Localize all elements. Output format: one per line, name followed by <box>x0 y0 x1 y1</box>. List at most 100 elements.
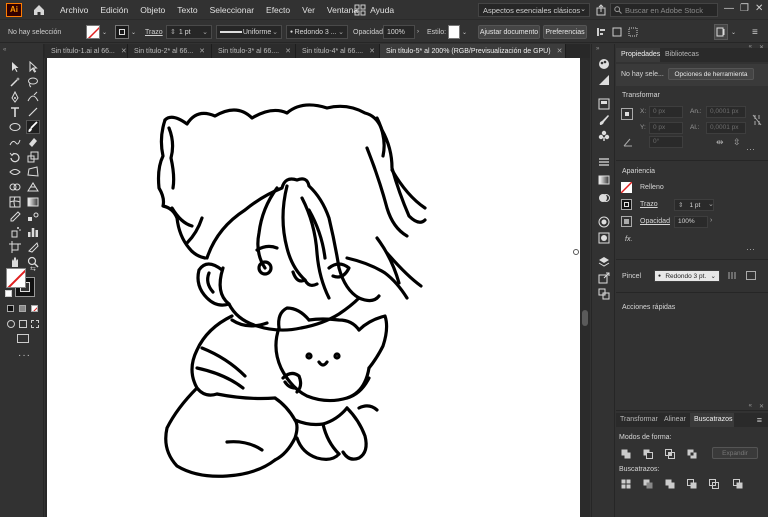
menu-edicion[interactable]: Edición <box>100 5 128 15</box>
fill-swatch[interactable] <box>621 182 632 193</box>
default-colors-icon[interactable] <box>5 290 12 297</box>
collapse-icon[interactable]: « <box>3 47 6 53</box>
transparency-icon[interactable] <box>598 192 610 204</box>
selection-tool[interactable] <box>8 60 22 74</box>
hand-tool[interactable] <box>8 255 22 269</box>
flip-horizontal-icon[interactable]: ⇹ <box>716 137 724 148</box>
shaper-tool[interactable] <box>8 135 22 149</box>
panel-menu-icon[interactable]: ≡ <box>757 415 762 425</box>
magic-wand-tool[interactable] <box>8 75 22 89</box>
free-transform-tool[interactable] <box>26 165 40 179</box>
y-field[interactable]: 0 px <box>649 122 683 134</box>
tab-align[interactable]: Alinear <box>660 413 690 427</box>
minimize-button[interactable]: — <box>724 3 734 14</box>
vertical-scrollbar[interactable] <box>580 58 590 517</box>
draw-normal-icon[interactable] <box>7 320 15 328</box>
type-tool[interactable] <box>8 105 22 119</box>
minus-back-icon[interactable] <box>733 479 743 489</box>
arrange-documents-button[interactable] <box>714 24 728 40</box>
stock-search-input[interactable]: Buscar en Adobe Stock <box>610 3 718 17</box>
intersect-icon[interactable] <box>665 449 675 459</box>
reference-point-icon[interactable] <box>621 108 633 120</box>
height-field[interactable]: 0,0001 px <box>706 122 746 134</box>
tab-document-5[interactable]: Sin título-5* al 200% (RGB/Previsualizac… <box>380 44 566 58</box>
outline-icon[interactable] <box>709 479 719 489</box>
opacity-field[interactable]: 100% <box>383 25 415 39</box>
artboard-tool[interactable] <box>8 240 22 254</box>
color-guide-icon[interactable] <box>598 74 610 86</box>
draw-behind-icon[interactable] <box>19 320 27 328</box>
flip-vertical-icon[interactable]: ⇳ <box>733 137 741 148</box>
tool-options-button[interactable]: Opciones de herramienta <box>668 68 754 80</box>
crop-icon[interactable] <box>687 479 697 489</box>
brush-library-icon[interactable] <box>728 271 737 280</box>
brush-select[interactable]: ● Redondo 3 pt. ⌄ <box>654 270 720 282</box>
line-segment-tool[interactable] <box>26 105 40 119</box>
stepper-icon[interactable]: ⇕ <box>678 202 683 209</box>
brush-panel-icon[interactable] <box>746 271 756 280</box>
column-graph-tool[interactable] <box>26 225 40 239</box>
color-mode-icon[interactable] <box>7 305 14 312</box>
preferences-button[interactable]: Preferencias <box>543 25 587 39</box>
lasso-tool[interactable] <box>26 75 40 89</box>
swap-colors-icon[interactable]: ⇆ <box>30 265 36 273</box>
menu-efecto[interactable]: Efecto <box>266 5 290 15</box>
close-window-button[interactable]: ✕ <box>755 3 763 14</box>
collapse-icon[interactable]: » <box>596 46 599 52</box>
tab-document-2[interactable]: Sin título-2* al 66... ✕ <box>128 44 212 58</box>
unite-icon[interactable] <box>621 449 631 459</box>
menu-ver[interactable]: Ver <box>302 5 315 15</box>
exclude-icon[interactable] <box>687 449 697 459</box>
stroke-label[interactable]: Trazo <box>145 25 163 39</box>
gradient-mode-icon[interactable] <box>19 305 26 312</box>
opacity-label[interactable]: Opacidad <box>353 25 383 39</box>
document-setup-button[interactable]: Ajustar documento <box>478 25 540 39</box>
export-icon[interactable] <box>598 272 610 284</box>
symbol-sprayer-tool[interactable] <box>8 225 22 239</box>
tab-document-3[interactable]: Sin título-3* al 66.... ✕ <box>212 44 296 58</box>
tab-properties[interactable]: Propiedades <box>616 48 660 62</box>
close-icon[interactable]: ✕ <box>285 48 291 55</box>
stroke-weight-field[interactable]: ⇕ 1 pt ⌄ <box>166 25 212 39</box>
perspective-grid-tool[interactable] <box>26 180 40 194</box>
style-swatch[interactable] <box>448 25 460 39</box>
width-tool[interactable] <box>8 165 22 179</box>
shape-builder-tool[interactable] <box>8 180 22 194</box>
scrollbar-thumb[interactable] <box>582 310 588 326</box>
ellipse-tool[interactable] <box>8 120 22 134</box>
x-field[interactable]: 0 px <box>649 106 683 118</box>
gradient-tool[interactable] <box>26 195 40 209</box>
swatches-icon[interactable] <box>598 98 610 110</box>
artboard[interactable] <box>47 58 580 517</box>
transform-icon[interactable] <box>612 27 622 37</box>
more-options-icon[interactable]: ··· <box>746 144 755 154</box>
gradient-panel-icon[interactable] <box>598 174 610 186</box>
menu-ayuda[interactable]: Ayuda <box>370 5 394 15</box>
collapse-icon[interactable]: « <box>749 403 752 409</box>
chevron-right-icon[interactable]: › <box>417 25 419 39</box>
stroke-label[interactable]: Trazo <box>640 201 658 208</box>
close-icon[interactable]: ✕ <box>199 48 205 55</box>
opacity-field[interactable]: 100% <box>674 216 708 228</box>
rotate-tool[interactable] <box>8 150 22 164</box>
artboards-icon[interactable] <box>598 288 610 300</box>
mesh-tool[interactable] <box>8 195 22 209</box>
stroke-swatch[interactable] <box>621 199 632 210</box>
panel-menu-icon[interactable]: ≡ <box>752 25 758 39</box>
trim-icon[interactable] <box>643 479 653 489</box>
color-icon[interactable] <box>598 58 610 70</box>
close-icon[interactable]: ✕ <box>121 48 127 55</box>
menu-seleccionar[interactable]: Seleccionar <box>210 5 254 15</box>
chevron-down-icon[interactable]: ⌄ <box>202 28 208 36</box>
constrain-proportions-icon[interactable] <box>752 114 762 126</box>
stroke-panel-icon[interactable] <box>598 156 610 168</box>
appearance-icon[interactable] <box>598 216 610 228</box>
more-tools-icon[interactable]: ··· <box>18 350 31 361</box>
direct-selection-tool[interactable] <box>26 60 40 74</box>
tab-document-1[interactable]: Sin título-1.ai al 66... ✕ <box>45 44 128 58</box>
rotation-field[interactable]: 0° <box>649 136 683 148</box>
fill-color-box[interactable] <box>6 268 26 288</box>
tab-transform[interactable]: Transformar <box>616 413 660 427</box>
layers-icon[interactable] <box>598 256 610 268</box>
fx-icon[interactable]: fx. <box>625 236 632 243</box>
